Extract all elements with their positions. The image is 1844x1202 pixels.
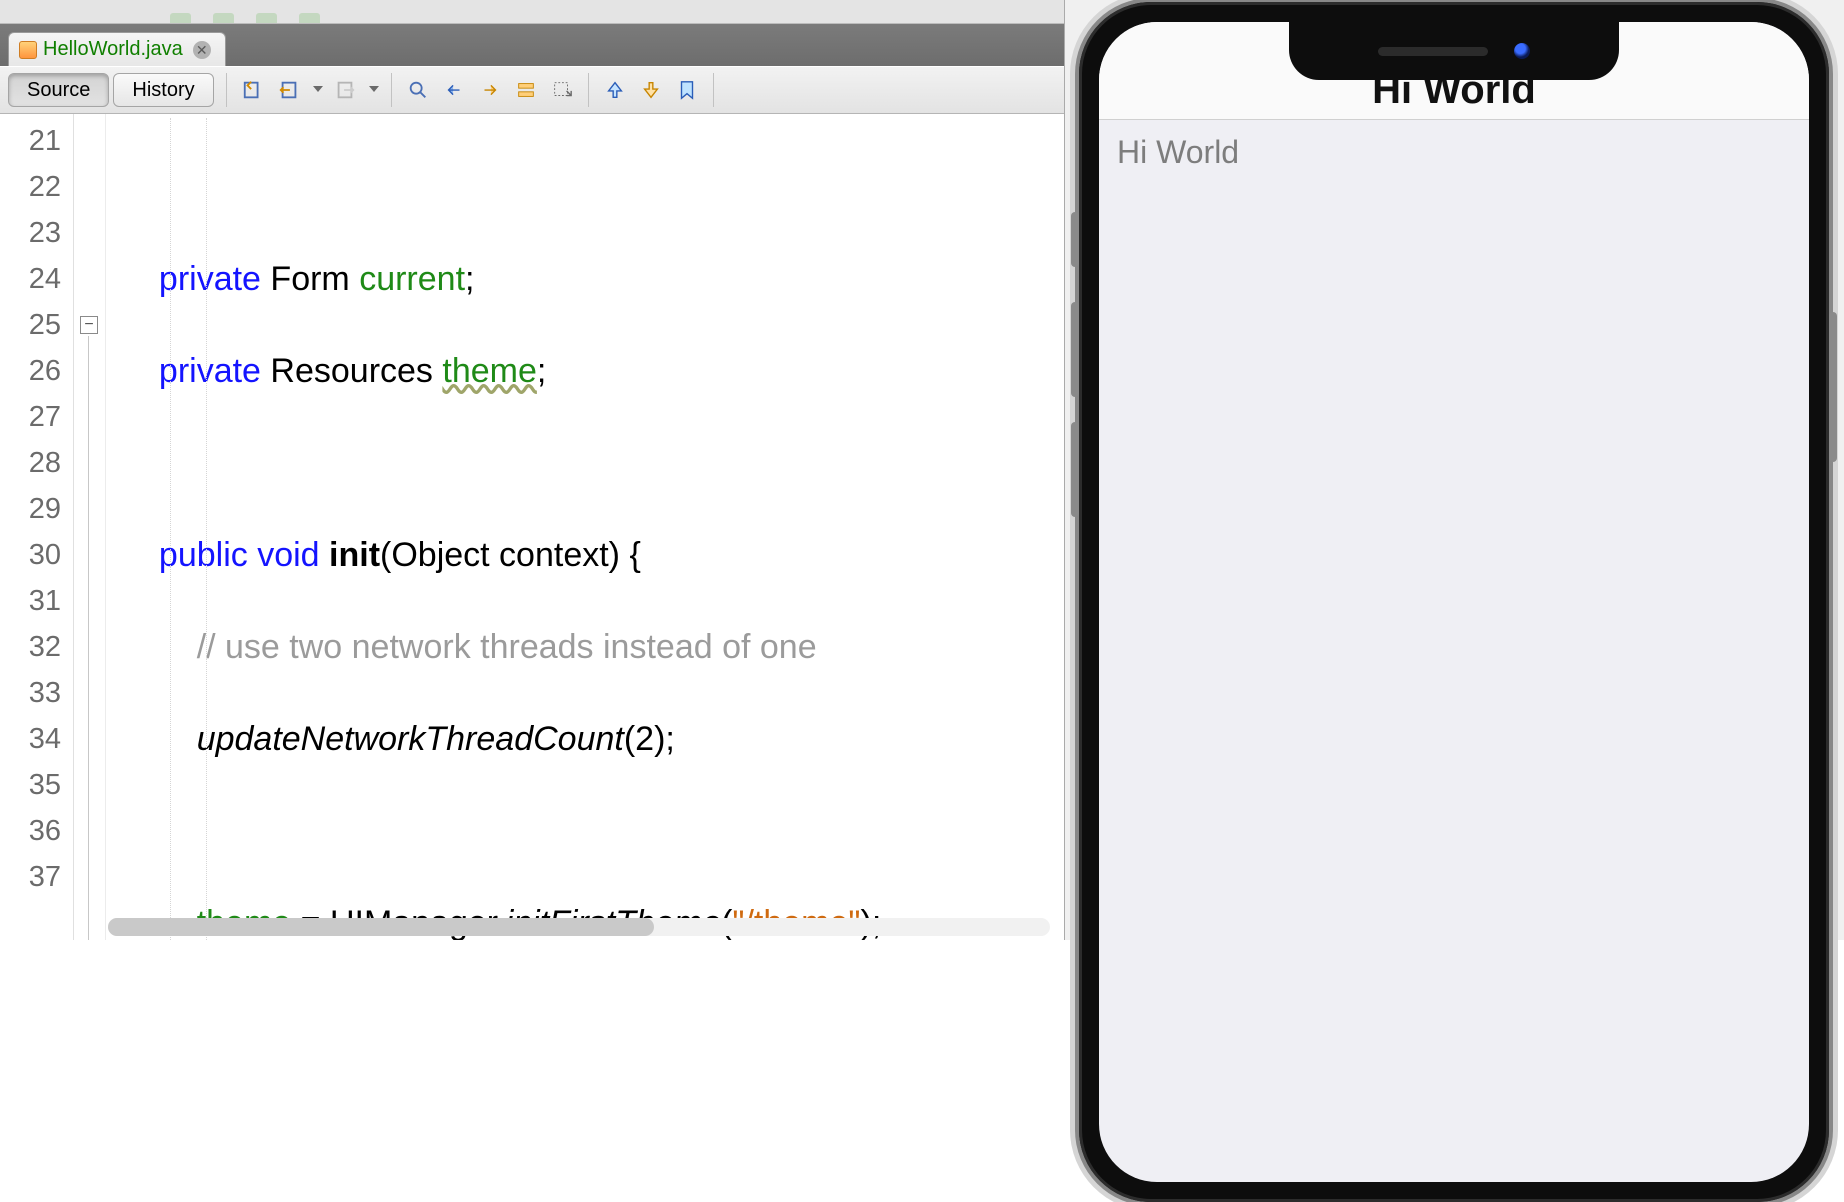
phone-screen[interactable]: Hi World Hi World <box>1099 22 1809 1182</box>
file-tab-helloworld[interactable]: HelloWorld.java ✕ <box>8 32 226 66</box>
line-number: 37 <box>0 854 61 900</box>
indent-guide <box>170 118 171 940</box>
line-number: 33 <box>0 670 61 716</box>
toggle-rectangular-icon[interactable] <box>548 76 576 104</box>
phone-frame: Hi World Hi World <box>1079 2 1829 1202</box>
last-edit-icon[interactable] <box>239 76 267 104</box>
scrollbar-thumb[interactable] <box>108 918 654 936</box>
toggle-highlight-icon[interactable] <box>512 76 540 104</box>
line-number: 21 <box>0 118 61 164</box>
file-tab-label: HelloWorld.java <box>43 38 183 61</box>
line-number: 22 <box>0 164 61 210</box>
line-number: 34 <box>0 716 61 762</box>
workspace: HelloWorld.java ✕ Source History <box>0 0 1844 940</box>
line-number: 29 <box>0 486 61 532</box>
prev-bookmark-icon[interactable] <box>601 76 629 104</box>
mute-switch-icon <box>1071 212 1079 267</box>
find-selection-icon[interactable] <box>404 76 432 104</box>
ide-main-toolbar-cut <box>0 0 1064 24</box>
simulator-pane: Hi World Hi World <box>1065 0 1844 940</box>
fold-column: − <box>74 114 106 940</box>
line-number: 36 <box>0 808 61 854</box>
editor-tabstrip: HelloWorld.java ✕ <box>0 24 1064 66</box>
horizontal-scrollbar[interactable] <box>108 918 1050 936</box>
volume-down-icon <box>1071 422 1079 517</box>
line-number: 32 <box>0 624 61 670</box>
volume-up-icon <box>1071 302 1079 397</box>
dropdown-icon[interactable] <box>313 86 323 94</box>
phone-notch <box>1289 22 1619 80</box>
editor-pane: HelloWorld.java ✕ Source History <box>0 0 1065 940</box>
speaker-icon <box>1378 47 1488 56</box>
camera-icon <box>1514 43 1530 59</box>
line-gutter: 21 22 23 24 25 26 27 28 29 30 31 32 33 3… <box>0 114 74 940</box>
code-editor[interactable]: 21 22 23 24 25 26 27 28 29 30 31 32 33 3… <box>0 114 1064 940</box>
line-number: 28 <box>0 440 61 486</box>
find-next-icon[interactable] <box>476 76 504 104</box>
separator <box>588 73 589 107</box>
line-number: 26 <box>0 348 61 394</box>
dropdown-icon[interactable] <box>369 86 379 94</box>
find-prev-icon[interactable] <box>440 76 468 104</box>
forward-icon[interactable] <box>331 76 359 104</box>
java-file-icon <box>19 41 37 59</box>
app-label: Hi World <box>1117 134 1791 171</box>
line-number: 30 <box>0 532 61 578</box>
app-body: Hi World <box>1099 120 1809 185</box>
code-text[interactable]: private Form current; private Resources … <box>106 114 1064 940</box>
line-number: 27 <box>0 394 61 440</box>
separator <box>713 73 714 107</box>
separator <box>391 73 392 107</box>
toggle-bookmark-icon[interactable] <box>673 76 701 104</box>
source-tab[interactable]: Source <box>8 73 109 107</box>
line-number: 23 <box>0 210 61 256</box>
line-number: 25 <box>0 302 61 348</box>
side-button-icon <box>1829 312 1837 462</box>
editor-toolbar: Source History <box>0 66 1064 114</box>
line-number: 24 <box>0 256 61 302</box>
fold-toggle-icon[interactable]: − <box>80 316 98 334</box>
separator <box>226 73 227 107</box>
indent-guide <box>206 118 207 940</box>
close-icon[interactable]: ✕ <box>193 41 211 59</box>
back-icon[interactable] <box>275 76 303 104</box>
line-number: 31 <box>0 578 61 624</box>
history-tab[interactable]: History <box>113 73 213 107</box>
fold-line <box>88 336 89 940</box>
line-number: 35 <box>0 762 61 808</box>
next-bookmark-icon[interactable] <box>637 76 665 104</box>
